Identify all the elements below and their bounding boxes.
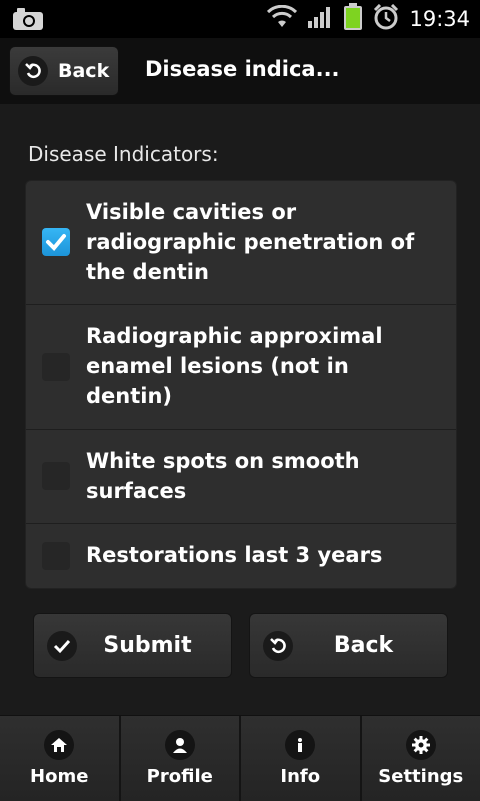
wifi-icon (267, 5, 297, 33)
submit-label: Submit (34, 633, 231, 658)
indicator-checkbox[interactable] (42, 353, 70, 381)
nav-item-profile[interactable]: Profile (121, 716, 242, 801)
header-back-button[interactable]: Back (9, 46, 119, 96)
section-label: Disease Indicators: (28, 142, 219, 166)
nav-item-info[interactable]: Info (241, 716, 362, 801)
status-time: 19:34 (409, 7, 470, 31)
indicator-checkbox[interactable] (42, 228, 70, 256)
indicator-label: Radiographic approximal enamel lesions (… (86, 321, 442, 411)
nav-label: Home (30, 766, 88, 787)
profile-icon (165, 730, 195, 760)
submit-button[interactable]: Submit (33, 613, 232, 678)
page-title: Disease indica... (145, 57, 340, 81)
nav-item-home[interactable]: Home (0, 716, 121, 801)
checkmark-icon (45, 232, 67, 252)
nav-label: Info (280, 766, 320, 787)
indicator-checkbox[interactable] (42, 462, 70, 490)
nav-label: Settings (378, 766, 463, 787)
info-icon (285, 730, 315, 760)
header-back-label: Back (58, 60, 109, 82)
indicator-list: Visible cavities or radiographic penetra… (25, 180, 457, 589)
settings-icon (406, 730, 436, 760)
back-arrow-icon (18, 56, 48, 86)
indicator-label: Visible cavities or radiographic penetra… (86, 197, 442, 287)
indicator-checkbox[interactable] (42, 542, 70, 570)
indicator-row[interactable]: Restorations last 3 years (26, 524, 456, 588)
indicator-label: Restorations last 3 years (86, 540, 442, 570)
header: Back Disease indica... (0, 38, 480, 104)
home-icon (44, 730, 74, 760)
status-bar: 19:34 (0, 0, 480, 38)
nav-item-settings[interactable]: Settings (362, 716, 480, 801)
battery-icon (343, 3, 363, 35)
indicator-row[interactable]: Visible cavities or radiographic penetra… (26, 181, 456, 305)
back-button[interactable]: Back (249, 613, 448, 678)
alarm-icon (373, 4, 399, 34)
signal-icon (307, 5, 333, 33)
camera-icon (12, 7, 44, 35)
indicator-row[interactable]: White spots on smooth surfaces (26, 430, 456, 524)
nav-label: Profile (147, 766, 213, 787)
back-label: Back (250, 633, 447, 658)
indicator-row[interactable]: Radiographic approximal enamel lesions (… (26, 305, 456, 430)
bottom-nav: Home Profile Info (0, 715, 480, 801)
indicator-label: White spots on smooth surfaces (86, 446, 442, 506)
